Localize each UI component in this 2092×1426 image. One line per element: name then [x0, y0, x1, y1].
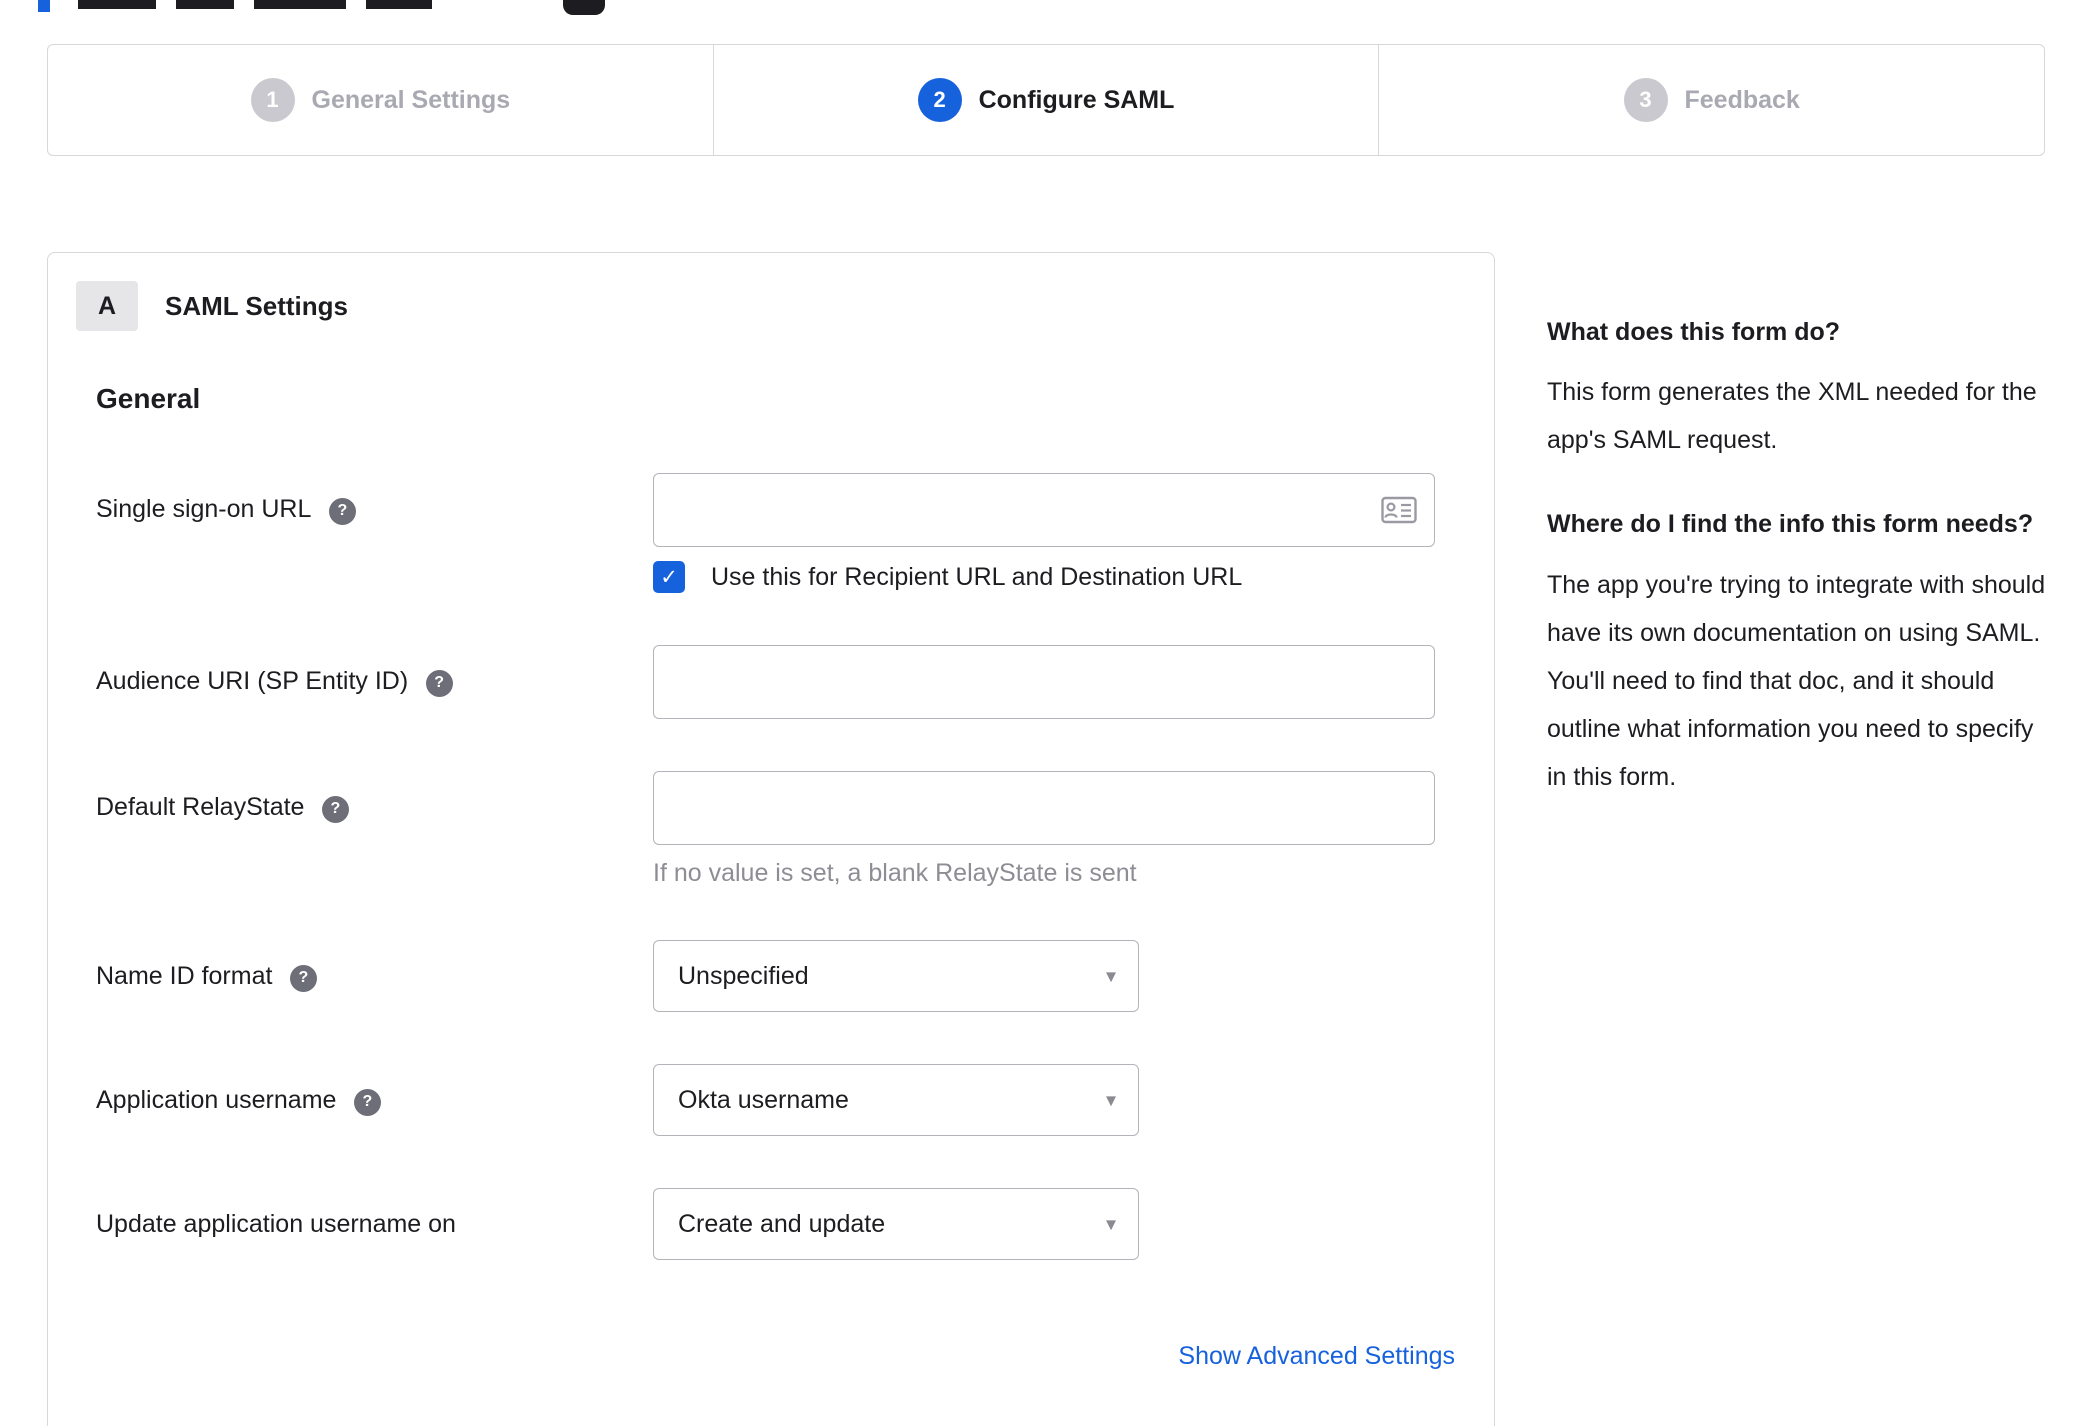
update-username-row: Update application username on Create an… [96, 1188, 1466, 1260]
name-id-format-row: Name ID format ? Unspecified ▾ [96, 940, 1466, 1012]
checkmark-icon: ✓ [660, 565, 678, 589]
application-username-row: Application username ? Okta username ▾ [96, 1064, 1466, 1136]
clipped-title-fragment [78, 0, 156, 9]
sso-url-input[interactable] [653, 473, 1435, 547]
audience-uri-input-wrap [653, 645, 1435, 719]
relay-state-label-cell: Default RelayState ? [96, 771, 653, 888]
audience-uri-input[interactable] [653, 645, 1435, 719]
recipient-url-checkbox-row: ✓ Use this for Recipient URL and Destina… [653, 561, 1466, 593]
update-username-label-cell: Update application username on [96, 1188, 653, 1260]
step-label: Feedback [1684, 85, 1800, 114]
chevron-down-icon: ▾ [1105, 1213, 1116, 1236]
question-glyph: ? [337, 502, 348, 519]
chevron-down-icon: ▾ [1105, 965, 1116, 988]
audience-uri-label-cell: Audience URI (SP Entity ID) ? [96, 645, 653, 719]
help-icon[interactable]: ? [425, 669, 453, 697]
step-number-badge: 3 [1623, 78, 1668, 122]
name-id-format-select[interactable]: Unspecified ▾ [653, 940, 1139, 1012]
step-label: General Settings [311, 85, 511, 114]
step-label: Configure SAML [978, 85, 1175, 114]
show-advanced-settings-link[interactable]: Show Advanced Settings [1178, 1342, 1455, 1370]
relay-state-hint: If no value is set, a blank RelayState i… [653, 859, 1137, 887]
application-username-label: Application username [96, 1086, 337, 1114]
recipient-url-checkbox[interactable]: ✓ [653, 561, 685, 593]
panel-title: SAML Settings [165, 290, 348, 321]
chevron-down-icon: ▾ [1105, 1089, 1116, 1112]
name-id-format-label: Name ID format [96, 962, 273, 990]
sso-url-label-cell: Single sign-on URL ? [96, 473, 653, 593]
wizard-stepper: 1 General Settings 2 Configure SAML 3 Fe… [47, 44, 2045, 156]
clipped-logo-fragment [563, 0, 605, 15]
help-sidebar: What does this form do? This form genera… [1531, 252, 2071, 843]
relay-state-row: Default RelayState ? If no value is set,… [96, 771, 1466, 888]
sso-url-input-wrap [653, 473, 1435, 547]
advanced-settings-row: Show Advanced Settings [673, 1342, 1455, 1371]
question-glyph: ? [298, 969, 309, 986]
help-icon[interactable]: ? [328, 497, 356, 525]
sidebar-question-2: Where do I find the info this form needs… [1547, 510, 2034, 539]
general-section-heading: General [96, 383, 201, 414]
update-username-value: Create and update [678, 1210, 886, 1238]
section-a-badge: A [76, 281, 138, 331]
clipped-title-fragment [366, 0, 432, 9]
clipped-title-fragment [38, 0, 50, 12]
question-glyph: ? [434, 674, 445, 691]
sidebar-question-1: What does this form do? [1547, 318, 1841, 346]
contact-card-icon[interactable] [1381, 496, 1417, 524]
step-general-settings[interactable]: 1 General Settings [48, 45, 713, 155]
application-username-label-cell: Application username ? [96, 1064, 653, 1136]
question-glyph: ? [330, 800, 341, 817]
sidebar-answer-2: The app you're trying to integrate with … [1547, 570, 2046, 791]
update-username-label: Update application username on [96, 1210, 456, 1238]
panel-header: A SAML Settings [76, 281, 1466, 331]
help-icon[interactable]: ? [289, 964, 317, 992]
sso-url-label: Single sign-on URL [96, 495, 312, 523]
step-configure-saml[interactable]: 2 Configure SAML [712, 45, 1379, 155]
application-username-value: Okta username [678, 1086, 849, 1114]
clipped-title-fragment [254, 0, 346, 9]
clipped-title-fragment [176, 0, 234, 9]
step-number-badge: 2 [917, 78, 962, 122]
name-id-format-label-cell: Name ID format ? [96, 940, 653, 1012]
application-username-select[interactable]: Okta username ▾ [653, 1064, 1139, 1136]
sso-url-row: Single sign-on URL ? ✓ Use this for Reci… [96, 473, 1466, 593]
sidebar-answer-1: This form generates the XML needed for t… [1547, 378, 2037, 455]
audience-uri-row: Audience URI (SP Entity ID) ? [96, 645, 1466, 719]
relay-state-label: Default RelayState [96, 793, 305, 821]
relay-state-input-wrap [653, 771, 1435, 845]
recipient-url-checkbox-label: Use this for Recipient URL and Destinati… [711, 562, 1243, 591]
audience-uri-label: Audience URI (SP Entity ID) [96, 667, 409, 695]
help-icon[interactable]: ? [353, 1088, 381, 1116]
help-icon[interactable]: ? [321, 795, 349, 823]
saml-settings-panel: A SAML Settings General Single sign-on U… [47, 252, 1495, 1426]
name-id-format-value: Unspecified [678, 962, 809, 990]
question-glyph: ? [362, 1093, 373, 1110]
update-username-select[interactable]: Create and update ▾ [653, 1188, 1139, 1260]
step-number-badge: 1 [250, 78, 295, 122]
step-feedback[interactable]: 3 Feedback [1378, 45, 2044, 155]
relay-state-input[interactable] [653, 771, 1435, 845]
